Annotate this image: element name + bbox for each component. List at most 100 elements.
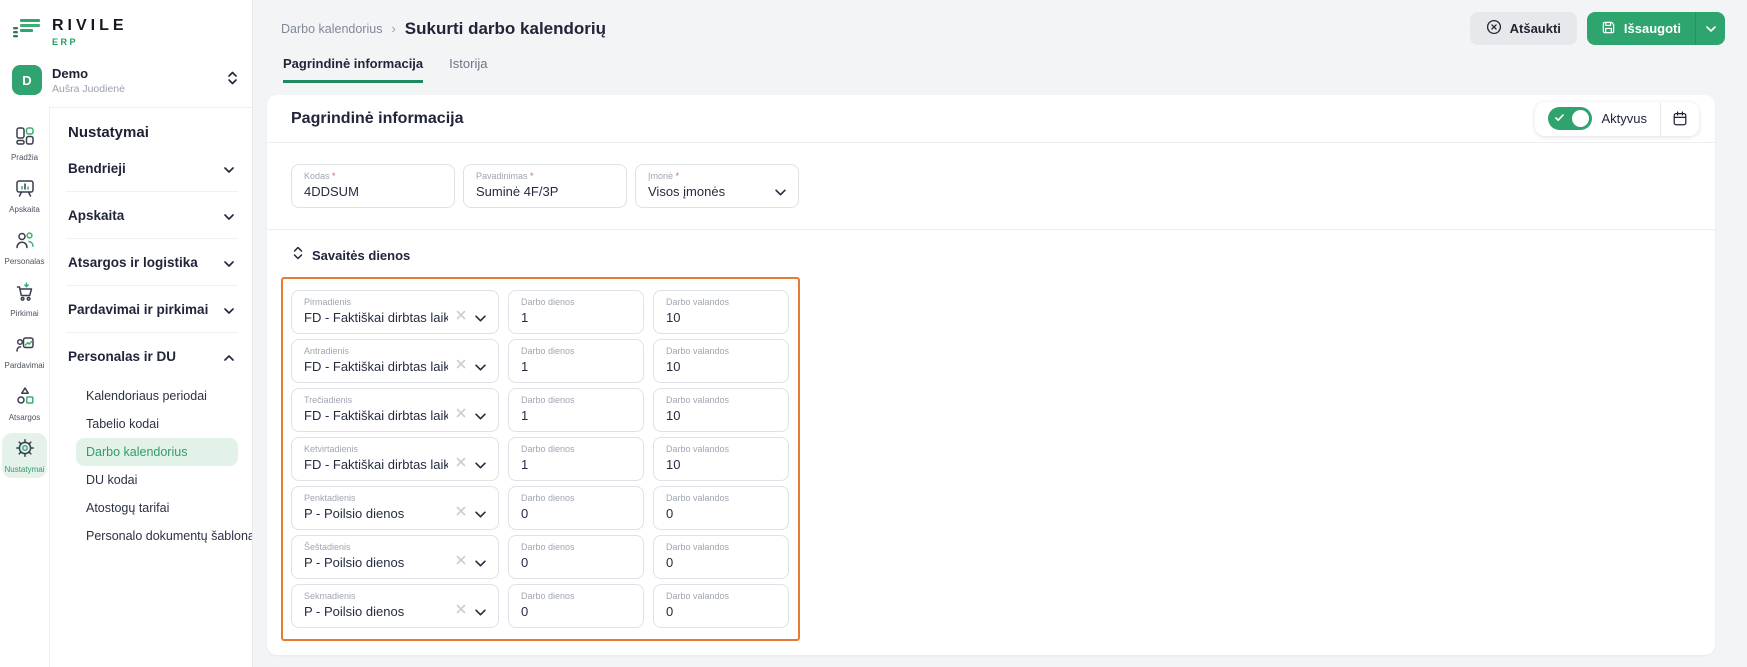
menu-group-bendrieji[interactable]: Bendrieji (66, 145, 238, 192)
rivile-logo-icon (12, 16, 42, 47)
day-type-select[interactable]: Šeštadienis P - Poilsio dienos (291, 535, 499, 579)
kodas-value: 4DDSUM (304, 183, 442, 200)
clear-icon[interactable] (456, 307, 466, 325)
menu-group-atsargos-ir-logistika[interactable]: Atsargos ir logistika (66, 239, 238, 286)
imone-select[interactable]: Įmonė * Visos įmonės (635, 164, 799, 208)
brand-product: ERP (52, 37, 128, 47)
rail-item-pardavimai[interactable]: Pardavimai (2, 329, 47, 374)
menu-group-pardavimai-ir-pirkimai[interactable]: Pardavimai ir pirkimai (66, 286, 238, 333)
submenu-item-du-kodai[interactable]: DU kodai (76, 466, 238, 494)
submenu-item-kalendoriaus-periodai[interactable]: Kalendoriaus periodai (76, 382, 238, 410)
clear-icon[interactable] (456, 405, 466, 423)
rail-item-personalas[interactable]: Personalas (2, 225, 47, 270)
work-days-field[interactable]: Darbo dienos 1 (508, 388, 644, 432)
left-panel: RIVILE ERP D Demo Aušra Juodienė (0, 0, 253, 667)
pavadinimas-field[interactable]: Pavadinimas * Suminė 4F/3P (463, 164, 627, 208)
save-dropdown-chevron-icon[interactable] (1695, 12, 1725, 45)
submenu-item-personalo-dokumentu-sablonai[interactable]: Personalo dokumentų šablonai (76, 522, 238, 550)
chevron-down-icon (475, 309, 486, 327)
kodas-field[interactable]: Kodas * 4DDSUM (291, 164, 455, 208)
rail-label: Nustatymai (2, 465, 47, 474)
work-hours-field[interactable]: Darbo valandos 10 (653, 388, 789, 432)
collapse-sort-icon[interactable] (293, 246, 303, 265)
week-row-penktadienis: Penktadienis P - Poilsio dienos Darbo di… (291, 486, 790, 530)
content-area: Darbo kalendorius › Sukurti darbo kalend… (253, 0, 1747, 667)
day-type-select[interactable]: Antradienis FD - Faktiškai dirbtas laika… (291, 339, 499, 383)
chevron-up-icon (224, 349, 234, 364)
active-toggle-label: Aktyvus (1601, 111, 1647, 126)
week-row-sekmadienis: Sekmadienis P - Poilsio dienos Darbo die… (291, 584, 790, 628)
rail-item-atsargos[interactable]: Atsargos (2, 381, 47, 426)
tab-pagrindine-informacija[interactable]: Pagrindinė informacija (283, 56, 423, 83)
brand-name: RIVILE (52, 17, 128, 35)
breadcrumb[interactable]: Darbo kalendorius (281, 22, 382, 36)
week-row-sestadienis: Šeštadienis P - Poilsio dienos Darbo die… (291, 535, 790, 579)
work-days-field[interactable]: Darbo dienos 0 (508, 535, 644, 579)
rail-item-apskaita[interactable]: Apskaita (2, 173, 47, 218)
work-hours-field[interactable]: Darbo valandos 10 (653, 290, 789, 334)
day-type-select[interactable]: Pirmadienis FD - Faktiškai dirbtas laika… (291, 290, 499, 334)
chevron-down-icon (224, 161, 234, 176)
user-subtitle: Aušra Juodienė (52, 83, 125, 95)
page-title: Sukurti darbo kalendorių (405, 19, 606, 39)
submenu-item-tabelio-kodai[interactable]: Tabelio kodai (76, 410, 238, 438)
day-type-select[interactable]: Sekmadienis P - Poilsio dienos (291, 584, 499, 628)
work-days-field[interactable]: Darbo dienos 1 (508, 437, 644, 481)
general-fields: Kodas * 4DDSUM Pavadinimas * Suminė 4F/3… (267, 143, 1715, 230)
chevron-down-icon (224, 255, 234, 270)
week-row-ketvirtadienis: Ketvirtadienis FD - Faktiškai dirbtas la… (291, 437, 790, 481)
logo: RIVILE ERP (0, 0, 252, 55)
work-days-field[interactable]: Darbo dienos 0 (508, 584, 644, 628)
cancel-button[interactable]: Atšaukti (1470, 12, 1577, 45)
clear-icon[interactable] (456, 356, 466, 374)
main-card: Pagrindinė informacija Aktyvus (267, 95, 1715, 655)
calendar-icon[interactable] (1661, 102, 1699, 136)
work-hours-field[interactable]: Darbo valandos 10 (653, 437, 789, 481)
week-row-treciadienis: Trečiadienis FD - Faktiškai dirbtas laik… (291, 388, 790, 432)
app-shell: RIVILE ERP D Demo Aušra Juodienė (0, 0, 1747, 667)
day-type-select[interactable]: Ketvirtadienis FD - Faktiškai dirbtas la… (291, 437, 499, 481)
day-type-select[interactable]: Trečiadienis FD - Faktiškai dirbtas laik… (291, 388, 499, 432)
gear-icon (15, 445, 35, 462)
rail-item-pirkimai[interactable]: Pirkimai (2, 277, 47, 322)
user-account[interactable]: D Demo Aušra Juodienė (0, 55, 252, 107)
submenu-item-atostogu-tarifai[interactable]: Atostogų tarifai (76, 494, 238, 522)
chevron-down-icon (224, 302, 234, 317)
rail-item-nustatymai[interactable]: Nustatymai (2, 433, 47, 478)
work-hours-field[interactable]: Darbo valandos 0 (653, 486, 789, 530)
submenu-item-darbo-kalendorius[interactable]: Darbo kalendorius (76, 438, 238, 466)
chevron-down-icon (475, 456, 486, 474)
avatar: D (12, 65, 42, 95)
card-title: Pagrindinė informacija (291, 110, 463, 128)
clear-icon[interactable] (456, 552, 466, 570)
work-hours-field[interactable]: Darbo valandos 0 (653, 584, 789, 628)
rail-label: Atsargos (2, 413, 47, 422)
menu-group-personalas-ir-du[interactable]: Personalas ir DU (66, 333, 238, 380)
menu-group-apskaita[interactable]: Apskaita (66, 192, 238, 239)
week-row-antradienis: Antradienis FD - Faktiškai dirbtas laika… (291, 339, 790, 383)
work-hours-field[interactable]: Darbo valandos 0 (653, 535, 789, 579)
week-days-highlight-box: Pirmadienis FD - Faktiškai dirbtas laika… (281, 277, 800, 641)
tab-istorija[interactable]: Istorija (449, 56, 487, 83)
cart-icon (15, 289, 35, 306)
rail-item-pradzia[interactable]: Pradžia (2, 121, 47, 166)
day-type-select[interactable]: Penktadienis P - Poilsio dienos (291, 486, 499, 530)
menu-title: Nustatymai (68, 124, 238, 141)
clear-icon[interactable] (456, 454, 466, 472)
work-hours-field[interactable]: Darbo valandos 10 (653, 339, 789, 383)
active-toggle[interactable] (1548, 107, 1592, 130)
work-days-field[interactable]: Darbo dienos 1 (508, 339, 644, 383)
breadcrumb-separator-icon: › (391, 21, 395, 36)
clear-icon[interactable] (456, 503, 466, 521)
pavadinimas-value: Suminė 4F/3P (476, 183, 614, 200)
clear-icon[interactable] (456, 601, 466, 619)
chevron-down-icon (475, 554, 486, 572)
account-switcher-icon[interactable] (227, 71, 238, 90)
save-button[interactable]: Išsaugoti (1587, 12, 1725, 45)
chevron-down-icon (775, 183, 786, 201)
chevron-down-icon (475, 407, 486, 425)
work-days-field[interactable]: Darbo dienos 0 (508, 486, 644, 530)
imone-value: Visos įmonės (648, 183, 786, 200)
work-days-field[interactable]: Darbo dienos 1 (508, 290, 644, 334)
save-floppy-icon (1601, 20, 1616, 38)
